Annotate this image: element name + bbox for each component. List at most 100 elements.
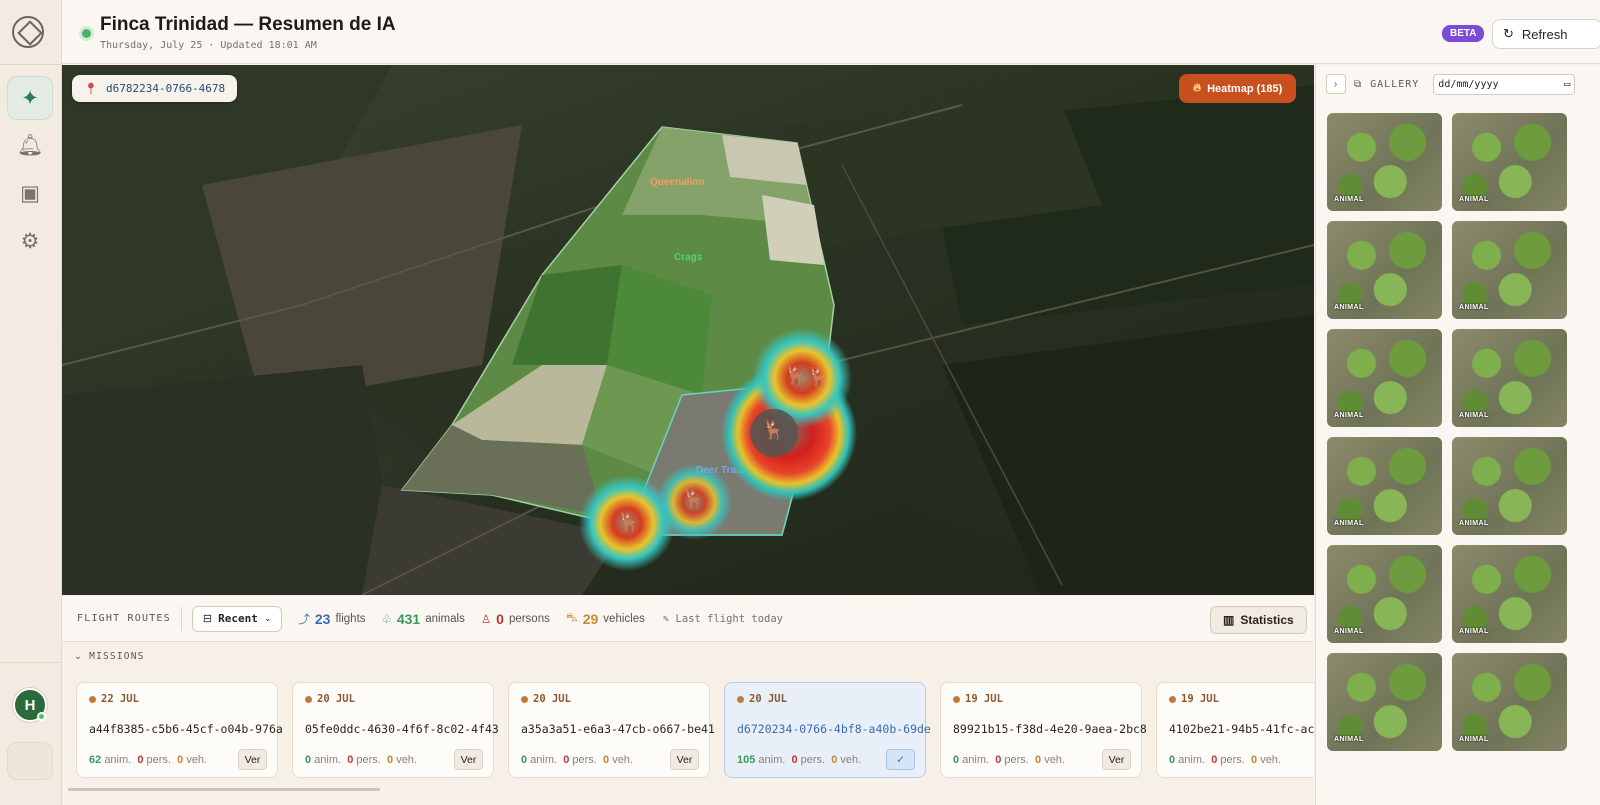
mission-dot	[1169, 695, 1176, 703]
gallery-thumbnail[interactable]: ANIMAL	[1327, 113, 1442, 211]
mission-view-button[interactable]: Ver	[238, 749, 267, 770]
rail-ai-summary-button[interactable]: ✦	[7, 76, 53, 120]
unit-veh: veh.	[1044, 754, 1065, 766]
stat-flights: ⤴ 23 flights	[298, 611, 365, 627]
mission-view-button[interactable]: Ver	[670, 749, 699, 770]
mission-counts: 0 anim. 0 pers. 0 veh.	[1169, 754, 1281, 766]
missions-heading: MISSIONS	[89, 650, 145, 662]
chevron-down-icon: ⌄	[74, 650, 84, 662]
mission-card[interactable]: 22 JUL a44f8385-c5b6-45cf-o04b-976a 62 ani…	[76, 682, 283, 778]
gallery-thumbnail[interactable]: ANIMAL	[1452, 221, 1567, 319]
online-status-dot	[37, 712, 46, 721]
gallery-thumbnail[interactable]: ANIMAL	[1327, 545, 1442, 643]
mission-counts: 0 anim. 0 pers. 0 veh.	[953, 754, 1065, 766]
filter-icon: ⊟	[202, 613, 213, 625]
flight-filter-select[interactable]: ⊟ Recent ⌄	[191, 605, 283, 632]
mission-id: 05fe0ddc-4630-4f6f-8c02-4f43	[305, 722, 499, 736]
vehicles-label: vehicles	[603, 612, 645, 625]
mission-anim-count: 62	[89, 754, 102, 766]
calendar-icon: ▭	[1564, 78, 1571, 90]
mission-date: 20 JUL	[737, 693, 787, 705]
mission-card[interactable]: 20 JUL d6720234-0766-4bf8-a40b-69de 105 an…	[724, 682, 931, 778]
gallery-date-value: dd/mm/yyyy	[1438, 78, 1499, 90]
mission-pers-count: 0	[791, 754, 798, 766]
thumbnail-tag: ANIMAL	[1459, 304, 1489, 311]
bar-chart-icon: ▥	[1223, 613, 1235, 627]
deer-marker-icon[interactable]: 🦌	[617, 512, 639, 533]
gallery-thumbnail[interactable]: ANIMAL	[1452, 545, 1567, 643]
deer-marker-icon[interactable]: 🦌	[682, 489, 704, 510]
gallery-thumbnail[interactable]: ANIMAL	[1327, 653, 1442, 751]
gallery-thumbnail[interactable]: ANIMAL	[1452, 437, 1567, 535]
unit-veh: veh.	[1260, 754, 1281, 766]
mission-date: 22 JUL	[89, 693, 139, 705]
thumbnail-tag: ANIMAL	[1334, 520, 1364, 527]
deer-marker-icon[interactable]: 🦌	[807, 367, 829, 388]
mission-card[interactable]: 19 JUL 4102be21-94b5-41fc-ac11-5 0 anim. 0…	[1156, 682, 1314, 778]
unit-pers: pers.	[356, 754, 381, 766]
statistics-button[interactable]: ▥ Statistics	[1210, 606, 1307, 634]
mission-date: 20 JUL	[521, 693, 571, 705]
page-header: Finca Trinidad — Resumen de IA Thursday,…	[62, 0, 1600, 64]
gallery-thumbnail[interactable]: ANIMAL	[1327, 221, 1442, 319]
mission-view-button[interactable]: ✓	[886, 749, 915, 770]
heatmap-toggle-button[interactable]: 🔥︎ Heatmap (185)	[1179, 74, 1297, 103]
trend-icon: ⤴	[298, 613, 310, 626]
mission-card[interactable]: 19 JUL 89921b15-f38d-4e20-9aea-2bc8 0 anim…	[940, 682, 1147, 778]
unit-veh: veh.	[396, 754, 417, 766]
gallery-thumbnail[interactable]: ANIMAL	[1327, 437, 1442, 535]
thumbnail-tag: ANIMAL	[1459, 736, 1489, 743]
rail-divider	[0, 662, 62, 663]
gallery-panel: › ⧉ GALLERY dd/mm/yyyy ▭ ANIMAL ANIMAL ANI…	[1315, 65, 1600, 805]
location-chip[interactable]: 📍︎ d6782234-0766-4678	[72, 75, 238, 102]
app-logo-icon[interactable]	[12, 16, 44, 48]
unit-anim: anim.	[104, 754, 132, 766]
unit-pers: pers.	[1220, 754, 1245, 766]
satellite-map[interactable]: 📍︎ d6782234-0766-4678 🔥︎ Heatmap (185) Q…	[62, 65, 1314, 595]
unit-anim: anim.	[758, 754, 786, 766]
mission-card[interactable]: 20 JUL 05fe0ddc-4630-4f6f-8c02-4f43 0 anim…	[292, 682, 499, 778]
mission-pers-count: 0	[1211, 754, 1218, 766]
rail-videos-button[interactable]: ▣	[7, 171, 53, 215]
user-avatar[interactable]: H	[13, 688, 47, 722]
gear-icon: ⚙	[20, 229, 40, 253]
mission-anim-count: 105	[737, 754, 756, 766]
page-subtitle: Thursday, July 25 · Updated 18:01 AM	[100, 40, 317, 51]
video-library-icon: ▣	[20, 181, 40, 205]
left-rail: ✦ 🔔︎ ▣ ⚙ H	[0, 0, 62, 805]
mission-counts: 62 anim. 0 pers. 0 veh.	[89, 754, 207, 766]
bell-alert-icon: 🔔︎	[16, 134, 44, 157]
refresh-button[interactable]: ↻ Refresh	[1492, 19, 1600, 49]
animals-count: 431	[396, 610, 421, 627]
last-flight-label: Last flight today	[675, 612, 783, 625]
gallery-thumbnail[interactable]: ANIMAL	[1327, 329, 1442, 427]
thumbnail-tag: ANIMAL	[1334, 196, 1364, 203]
gallery-thumbnail[interactable]: ANIMAL	[1452, 113, 1567, 211]
gallery-thumbnail[interactable]: ANIMAL	[1452, 653, 1567, 751]
gallery-date-input[interactable]: dd/mm/yyyy ▭	[1433, 73, 1576, 95]
mission-view-button[interactable]: Ver	[454, 749, 483, 770]
mission-card[interactable]: 20 JUL a35a3a51-e6a3-47cb-o667-be41 0 anim…	[508, 682, 715, 778]
rail-settings-button[interactable]: ⚙	[7, 219, 53, 263]
mission-veh-count: 0	[1251, 754, 1258, 766]
mission-dot	[953, 695, 960, 703]
missions-toggle[interactable]: ⌄ MISSIONS	[62, 643, 1314, 669]
rail-alerts-button[interactable]: 🔔︎	[7, 124, 53, 168]
rail-empty-slot[interactable]	[7, 742, 53, 780]
gallery-toolbar: › ⧉ GALLERY dd/mm/yyyy ▭	[1326, 72, 1596, 96]
deer-marker-icon[interactable]: 🦌	[762, 420, 784, 441]
deer-marker-icon[interactable]: 🦌	[784, 365, 806, 386]
mission-view-button[interactable]: Ver	[1102, 749, 1131, 770]
mission-date: 19 JUL	[953, 693, 1003, 705]
mission-id: d6720234-0766-4bf8-a40b-69de	[737, 722, 931, 736]
vehicles-count: 29	[582, 610, 599, 627]
unit-anim: anim.	[314, 754, 342, 766]
location-pin-icon: 📍︎	[84, 82, 98, 95]
missions-scrollbar[interactable]	[68, 788, 380, 791]
gallery-collapse-button[interactable]: ›	[1326, 74, 1346, 94]
mission-anim-count: 0	[1169, 754, 1176, 766]
sparkles-icon: ✦	[21, 86, 39, 110]
gallery-thumbnail[interactable]: ANIMAL	[1452, 329, 1567, 427]
mission-anim-count: 0	[305, 754, 312, 766]
unit-veh: veh.	[612, 754, 633, 766]
